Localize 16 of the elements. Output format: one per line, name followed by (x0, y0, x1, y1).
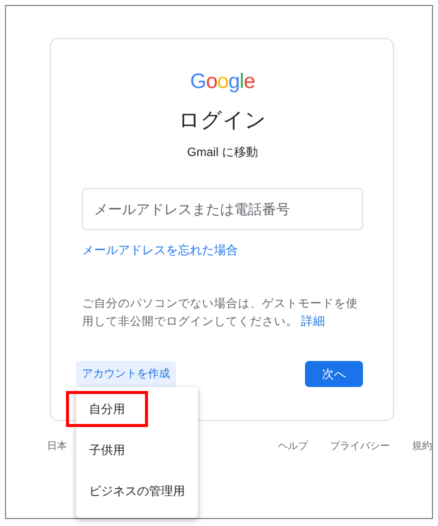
menu-item[interactable]: 自分用 (66, 391, 148, 428)
subtitle: Gmail に移動 (187, 144, 258, 161)
create-account-button[interactable]: アカウントを作成 (76, 361, 176, 388)
details-link[interactable]: 詳細 (301, 314, 326, 328)
page-title: ログイン (178, 108, 266, 134)
footer-link[interactable]: プライバシー (330, 439, 390, 454)
menu-item[interactable]: 子供用 (76, 432, 138, 468)
email-field[interactable]: メールアドレスまたは電話番号 (82, 188, 363, 230)
guest-mode-note: ご自分のパソコンでない場合は、ゲストモードを使用して非公開でログインしてください。 詳細 (82, 296, 359, 330)
footer-link[interactable]: ヘルプ (278, 439, 308, 454)
menu-item[interactable]: ビジネスの管理用 (76, 473, 198, 510)
next-button[interactable]: 次へ (305, 361, 363, 387)
footer-link[interactable]: 規約 (412, 439, 432, 454)
google-logo: Google (190, 70, 255, 93)
language-selector[interactable]: 日本 (47, 439, 67, 454)
forgot-email-link[interactable]: メールアドレスを忘れた場合 (82, 243, 238, 257)
